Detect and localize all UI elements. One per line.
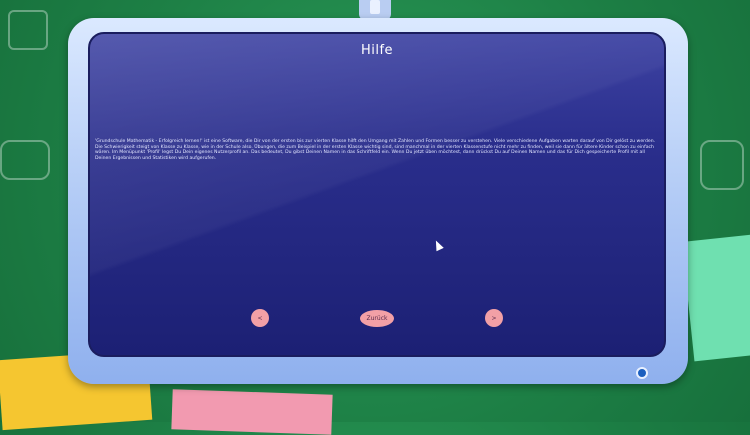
back-button[interactable]: Zurück [360, 310, 394, 327]
background-doodle [0, 140, 50, 180]
tablet-home-button[interactable] [636, 367, 648, 379]
page-title: Hilfe [360, 43, 394, 58]
screen-gloss [90, 34, 664, 355]
help-text: 'Grundschule Mathematik - Erfolgreich le… [95, 139, 656, 161]
previous-button[interactable]: < [251, 309, 269, 327]
next-button[interactable]: > [485, 309, 503, 327]
tablet-top-tab [359, 0, 391, 20]
background-paper-pink [171, 389, 333, 435]
background-doodle [8, 10, 48, 50]
background-doodle [700, 140, 744, 190]
background-paper-green [681, 234, 750, 362]
help-screen: Hilfe 'Grundschule Mathematik - Erfolgre… [88, 32, 666, 357]
